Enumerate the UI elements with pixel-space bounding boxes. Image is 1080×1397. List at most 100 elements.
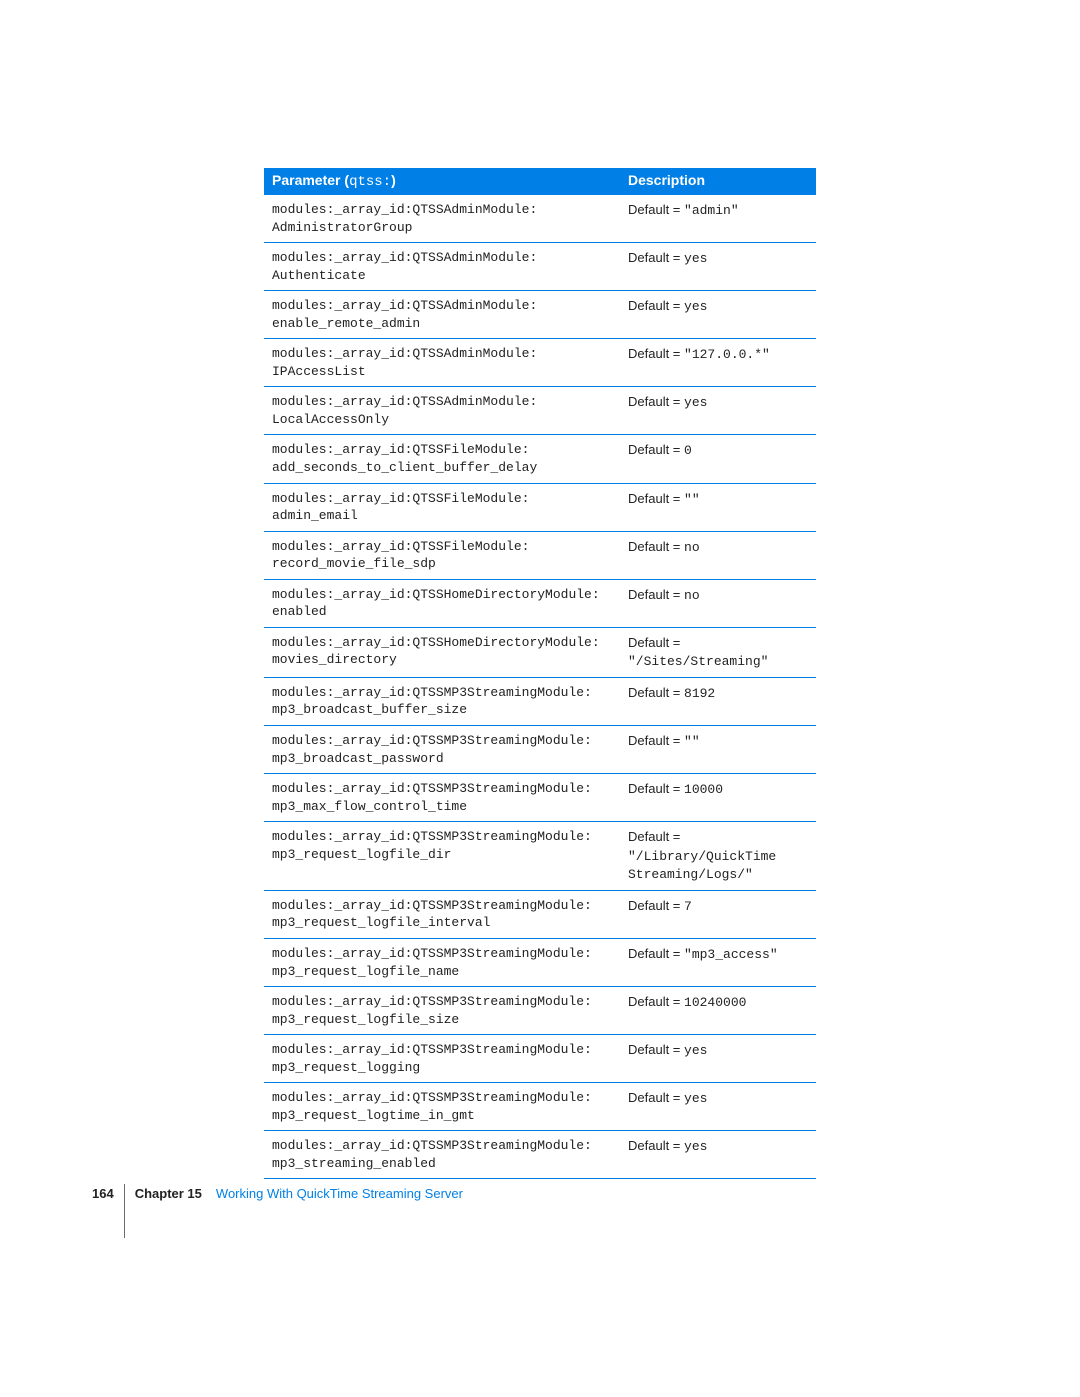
table-row: modules:_array_id:QTSSHomeDirectoryModul… [264,579,816,627]
desc-cell: Default = yes [620,1083,816,1131]
default-label: Default = [628,994,684,1009]
default-value: "" [684,492,700,507]
param-cell: modules:_array_id:QTSSMP3StreamingModule… [264,1083,620,1131]
param-cell: modules:_array_id:QTSSHomeDirectoryModul… [264,627,620,677]
chapter-title: Working With QuickTime Streaming Server [216,1184,463,1201]
footer-divider [124,1184,125,1238]
desc-cell: Default = "mp3_access" [620,938,816,986]
param-cell: modules:_array_id:QTSSMP3StreamingModule… [264,774,620,822]
param-cell: modules:_array_id:QTSSAdminModule: Local… [264,387,620,435]
default-label: Default = [628,1138,684,1153]
table-row: modules:_array_id:QTSSMP3StreamingModule… [264,890,816,938]
param-cell: modules:_array_id:QTSSAdminModule: IPAcc… [264,339,620,387]
default-value: 7 [684,899,692,914]
desc-cell: Default = "" [620,726,816,774]
default-value: "" [684,734,700,749]
param-cell: modules:_array_id:QTSSFileModule: add_se… [264,435,620,483]
default-label: Default = [628,587,684,602]
param-cell: modules:_array_id:QTSSMP3StreamingModule… [264,822,620,891]
default-value: no [684,588,700,603]
default-label: Default = [628,1090,684,1105]
table-row: modules:_array_id:QTSSFileModule: record… [264,531,816,579]
default-value: 10240000 [684,995,746,1010]
desc-cell: Default = yes [620,1035,816,1083]
desc-cell: Default = 10000 [620,774,816,822]
desc-cell: Default = "" [620,483,816,531]
default-label: Default = [628,298,684,313]
param-cell: modules:_array_id:QTSSHomeDirectoryModul… [264,579,620,627]
default-value: "/Sites/Streaming" [628,654,768,669]
table-row: modules:_array_id:QTSSAdminModule: enabl… [264,291,816,339]
param-cell: modules:_array_id:QTSSMP3StreamingModule… [264,890,620,938]
default-label: Default = [628,829,680,844]
default-label: Default = [628,346,684,361]
default-label: Default = [628,898,684,913]
default-label: Default = [628,781,684,796]
parameter-table: Parameter (qtss:) Description modules:_a… [264,168,816,1179]
desc-cell: Default = yes [620,291,816,339]
default-label: Default = [628,491,684,506]
desc-cell: Default = 0 [620,435,816,483]
param-cell: modules:_array_id:QTSSAdminModule: Authe… [264,243,620,291]
desc-header: Description [620,168,816,195]
parameter-table-wrap: Parameter (qtss:) Description modules:_a… [264,168,816,1179]
page-number: 164 [92,1184,124,1201]
default-value: yes [684,251,707,266]
desc-cell: Default = 7 [620,890,816,938]
param-cell: modules:_array_id:QTSSMP3StreamingModule… [264,726,620,774]
table-row: modules:_array_id:QTSSMP3StreamingModule… [264,938,816,986]
table-row: modules:_array_id:QTSSHomeDirectoryModul… [264,627,816,677]
param-cell: modules:_array_id:QTSSFileModule: admin_… [264,483,620,531]
param-cell: modules:_array_id:QTSSMP3StreamingModule… [264,1131,620,1179]
param-cell: modules:_array_id:QTSSMP3StreamingModule… [264,938,620,986]
param-header-close: ) [391,172,396,188]
default-value: yes [684,395,707,410]
param-header-mono: qtss: [349,174,391,190]
table-row: modules:_array_id:QTSSAdminModule: Local… [264,387,816,435]
default-label: Default = [628,202,684,217]
param-cell: modules:_array_id:QTSSAdminModule: Admin… [264,195,620,243]
default-value: "mp3_access" [684,947,778,962]
default-label: Default = [628,685,684,700]
param-cell: modules:_array_id:QTSSAdminModule: enabl… [264,291,620,339]
table-row: modules:_array_id:QTSSFileModule: admin_… [264,483,816,531]
table-row: modules:_array_id:QTSSAdminModule: IPAcc… [264,339,816,387]
param-cell: modules:_array_id:QTSSMP3StreamingModule… [264,987,620,1035]
table-header-row: Parameter (qtss:) Description [264,168,816,195]
default-label: Default = [628,635,680,650]
table-row: modules:_array_id:QTSSMP3StreamingModule… [264,1083,816,1131]
table-row: modules:_array_id:QTSSMP3StreamingModule… [264,987,816,1035]
param-cell: modules:_array_id:QTSSMP3StreamingModule… [264,1035,620,1083]
default-label: Default = [628,1042,684,1057]
desc-cell: Default = 10240000 [620,987,816,1035]
table-row: modules:_array_id:QTSSFileModule: add_se… [264,435,816,483]
page: Parameter (qtss:) Description modules:_a… [0,0,1080,1397]
param-header: Parameter (qtss:) [264,168,620,195]
default-label: Default = [628,442,684,457]
desc-cell: Default = yes [620,387,816,435]
table-row: modules:_array_id:QTSSMP3StreamingModule… [264,726,816,774]
default-value: "/Library/QuickTime Streaming/Logs/" [628,849,776,883]
default-value: 10000 [684,782,723,797]
default-value: yes [684,299,707,314]
table-row: modules:_array_id:QTSSAdminModule: Admin… [264,195,816,243]
table-row: modules:_array_id:QTSSAdminModule: Authe… [264,243,816,291]
param-cell: modules:_array_id:QTSSMP3StreamingModule… [264,677,620,725]
default-value: 8192 [684,686,715,701]
default-label: Default = [628,250,684,265]
table-row: modules:_array_id:QTSSMP3StreamingModule… [264,677,816,725]
param-header-label: Parameter [272,172,341,188]
default-value: 0 [684,443,692,458]
default-label: Default = [628,394,684,409]
default-label: Default = [628,539,684,554]
default-label: Default = [628,733,684,748]
desc-cell: Default = "admin" [620,195,816,243]
desc-cell: Default = no [620,531,816,579]
desc-cell: Default = yes [620,1131,816,1179]
desc-cell: Default = yes [620,243,816,291]
desc-cell: Default = "/Sites/Streaming" [620,627,816,677]
default-label: Default = [628,946,684,961]
default-value: "admin" [684,203,739,218]
default-value: yes [684,1139,707,1154]
chapter-label: Chapter 15 [135,1184,216,1201]
